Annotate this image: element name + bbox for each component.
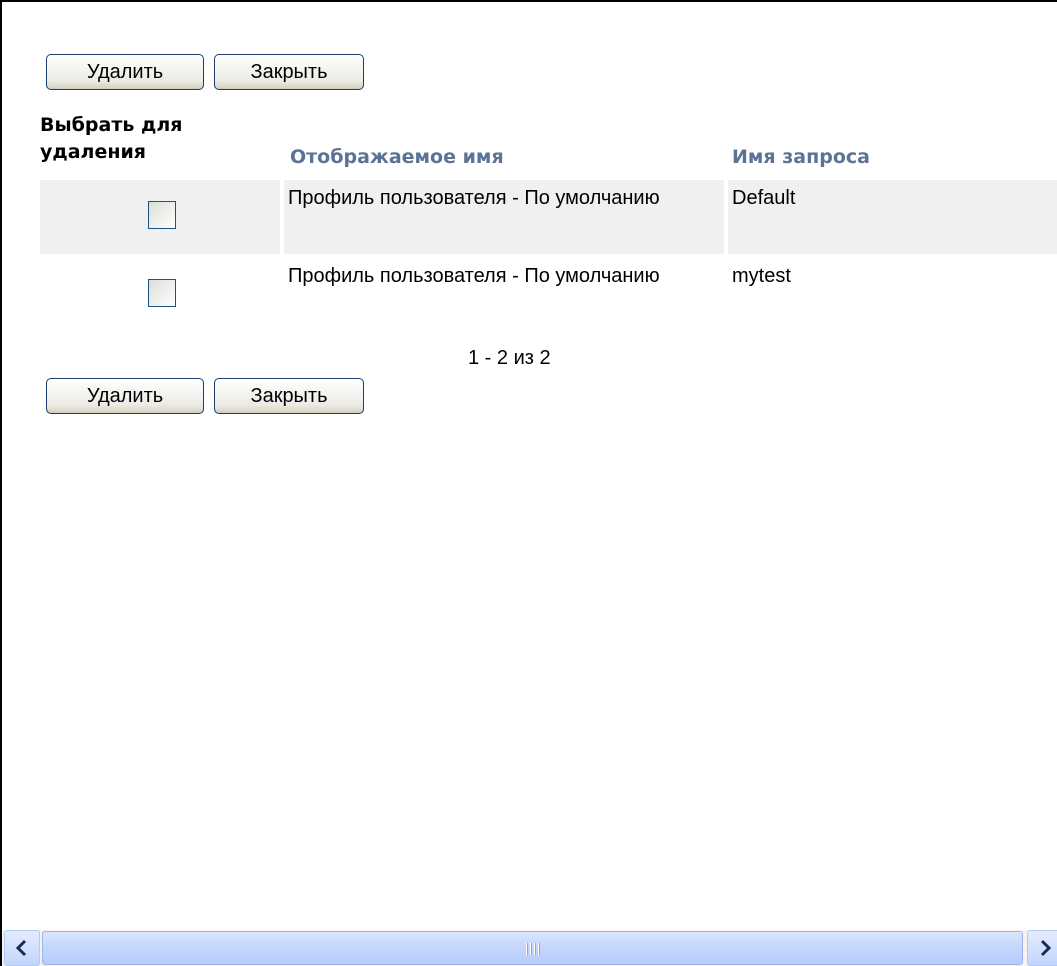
- grip-icon: [525, 943, 540, 955]
- pagination-text: 1 - 2 из 2: [468, 347, 551, 369]
- display-name-text: Профиль пользователя - По умолчанию: [288, 265, 660, 287]
- table-row: Профиль пользователя - По умолчанию Defa…: [40, 180, 1057, 254]
- scroll-thumb[interactable]: [42, 931, 1023, 965]
- table-row: Профиль пользователя - По умолчанию myte…: [40, 258, 1057, 332]
- dialog-frame: Удалить Закрыть Выбрать для удаления Ото…: [0, 0, 1057, 966]
- query-name-cell: mytest: [728, 258, 1057, 332]
- close-button-top[interactable]: Закрыть: [214, 54, 364, 90]
- row-select-checkbox[interactable]: [148, 201, 176, 229]
- scroll-right-button[interactable]: [1027, 930, 1057, 966]
- delete-button-top[interactable]: Удалить: [46, 54, 204, 90]
- scroll-left-button[interactable]: [4, 930, 40, 966]
- column-header-query-name[interactable]: Имя запроса: [732, 144, 870, 171]
- content-area: Удалить Закрыть Выбрать для удаления Ото…: [2, 2, 1057, 930]
- display-name-cell: Профиль пользователя - По умолчанию: [284, 258, 724, 332]
- query-name-cell: Default: [728, 180, 1057, 254]
- column-header-select: Выбрать для удаления: [40, 114, 183, 163]
- select-cell: [40, 180, 280, 254]
- column-header-display-name[interactable]: Отображаемое имя: [290, 144, 504, 171]
- display-name-cell: Профиль пользователя - По умолчанию: [284, 180, 724, 254]
- select-cell: [40, 258, 280, 332]
- display-name-text: Профиль пользователя - По умолчанию: [288, 187, 660, 209]
- query-name-text: mytest: [732, 265, 791, 287]
- close-button-bottom[interactable]: Закрыть: [214, 378, 364, 414]
- row-select-checkbox[interactable]: [148, 279, 176, 307]
- chevron-right-icon: [1040, 939, 1052, 957]
- query-name-text: Default: [732, 187, 796, 209]
- horizontal-scrollbar[interactable]: [2, 930, 1057, 966]
- chevron-left-icon: [15, 939, 27, 957]
- delete-button-bottom[interactable]: Удалить: [46, 378, 204, 414]
